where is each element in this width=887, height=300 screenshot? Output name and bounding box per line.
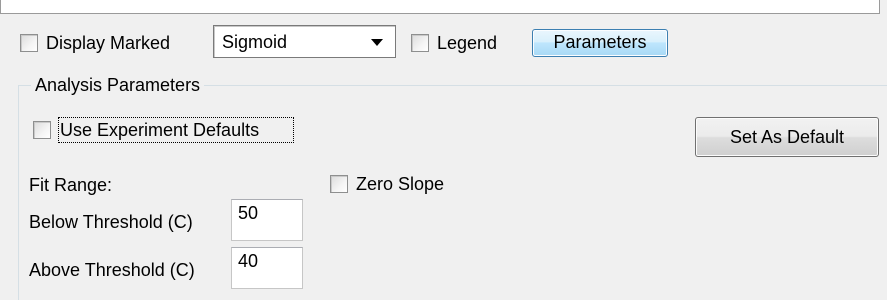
chevron-down-icon[interactable] (371, 39, 383, 46)
use-experiment-defaults-label[interactable]: Use Experiment Defaults (60, 120, 259, 140)
use-experiment-defaults-checkbox[interactable] (33, 121, 51, 139)
set-as-default-button[interactable]: Set As Default (695, 117, 879, 157)
fit-model-selected-value: Sigmoid (222, 32, 288, 52)
legend-label[interactable]: Legend (437, 33, 497, 53)
fit-model-dropdown[interactable]: Sigmoid (213, 25, 396, 58)
below-threshold-label: Below Threshold (C) (29, 212, 193, 232)
fit-range-label: Fit Range: (29, 175, 113, 195)
toolbar: Display Marked Sigmoid Legend Parameters (0, 22, 887, 62)
display-marked-checkbox[interactable] (20, 34, 38, 52)
display-marked-label[interactable]: Display Marked (46, 33, 170, 53)
chart-pane (0, 0, 880, 14)
above-threshold-input[interactable] (231, 247, 303, 289)
above-threshold-label: Above Threshold (C) (29, 260, 195, 280)
zero-slope-checkbox[interactable] (330, 175, 348, 193)
below-threshold-input[interactable] (231, 199, 303, 241)
analysis-parameters-title: Analysis Parameters (31, 75, 205, 95)
parameters-button[interactable]: Parameters (532, 29, 668, 57)
zero-slope-label[interactable]: Zero Slope (356, 174, 444, 194)
legend-checkbox[interactable] (411, 34, 429, 52)
